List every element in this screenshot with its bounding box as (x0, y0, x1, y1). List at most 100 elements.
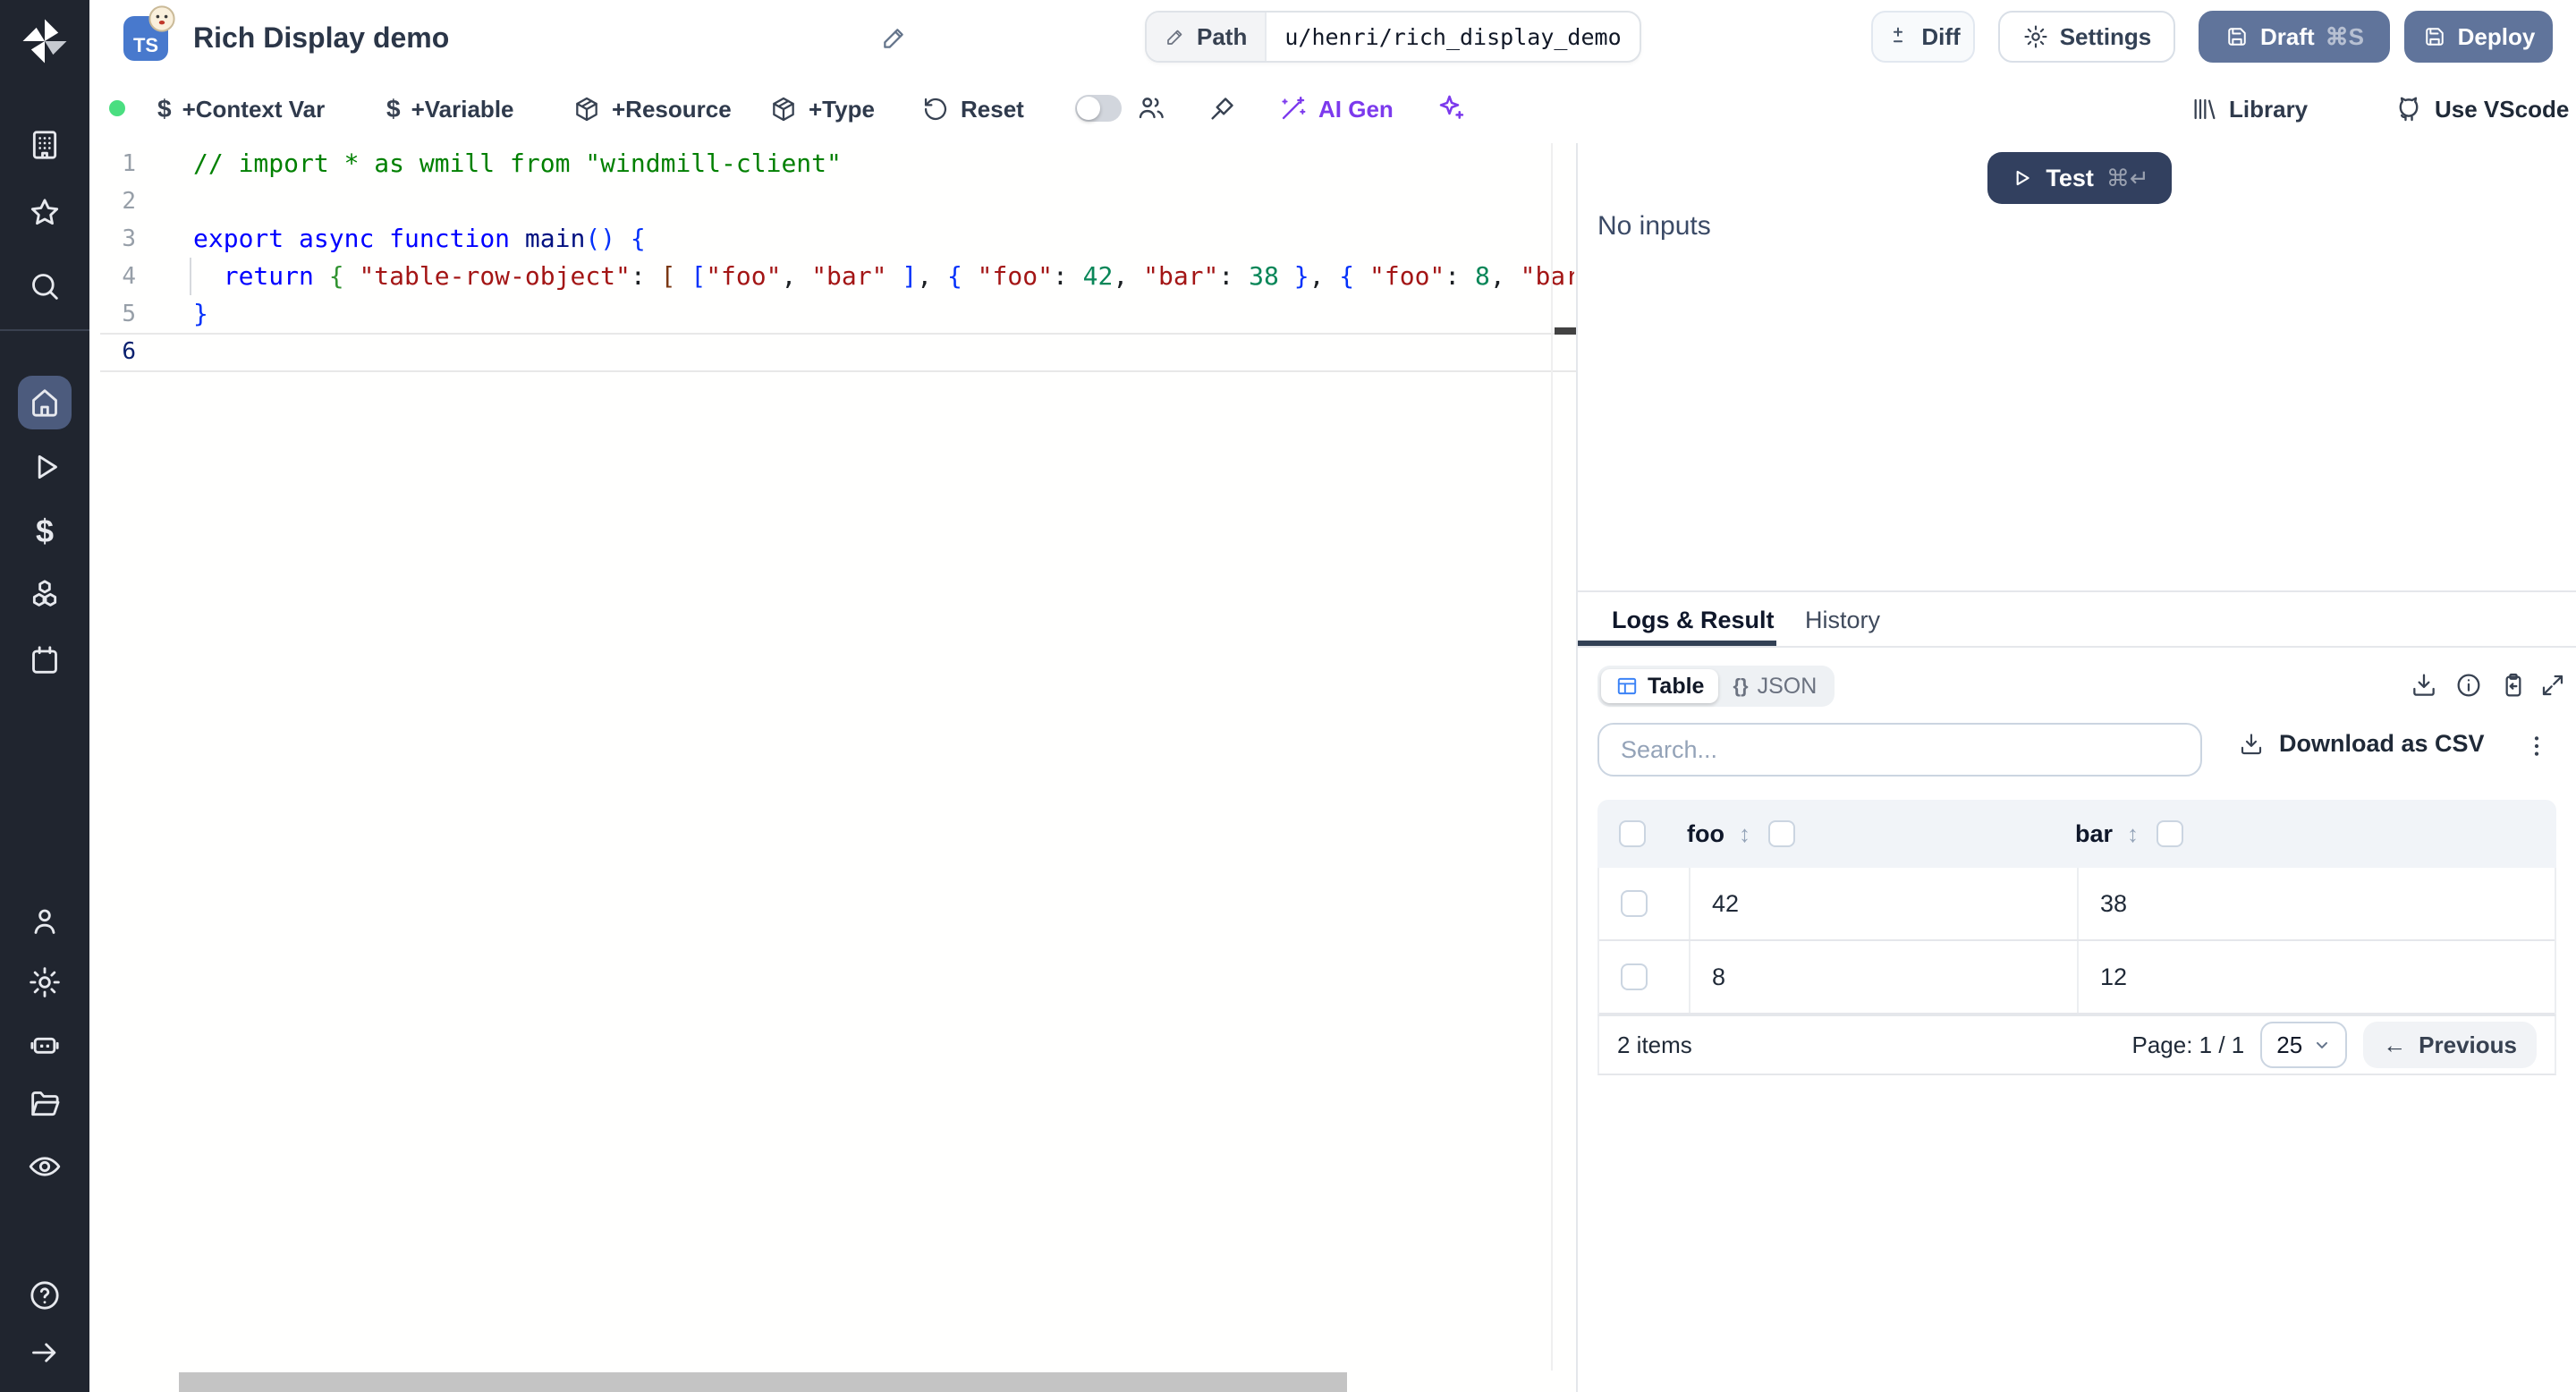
sparkles-icon[interactable] (1435, 91, 1467, 123)
gear-icon[interactable] (27, 964, 63, 1000)
draft-button[interactable]: Draft ⌘S (2199, 11, 2390, 63)
reset-icon (921, 95, 950, 123)
copy-to-clipboard-icon[interactable] (2499, 671, 2528, 700)
sidebar-item-home[interactable] (18, 376, 72, 429)
line-number: 2 (89, 182, 136, 220)
ai-gen-button[interactable]: AI Gen (1277, 93, 1394, 125)
play-icon (2010, 166, 2033, 190)
no-inputs-text: No inputs (1597, 211, 1711, 242)
result-view-toggle: Table {} JSON (1597, 666, 1835, 707)
play-icon[interactable] (27, 449, 63, 485)
brush-icon[interactable] (1208, 93, 1238, 123)
arrow-right-icon[interactable] (27, 1335, 63, 1371)
code-line: } (193, 295, 1574, 333)
panel-divider[interactable] (1576, 143, 1578, 1392)
path-field[interactable]: Path u/henri/rich_display_demo (1145, 11, 1641, 63)
kebab-menu-icon[interactable] (2522, 732, 2551, 760)
draft-shortcut: ⌘S (2326, 23, 2364, 51)
line-number: 5 (89, 295, 136, 333)
code-line (193, 182, 1574, 220)
chevron-down-icon (2313, 1036, 2331, 1054)
tab-history[interactable]: History (1805, 607, 1880, 634)
boxes-icon[interactable] (27, 576, 63, 612)
path-label-segment: Path (1147, 13, 1267, 61)
add-type-button[interactable]: +Type (769, 93, 875, 125)
calendar-icon[interactable] (27, 642, 63, 678)
robot-icon[interactable] (27, 1027, 63, 1063)
status-dot (109, 100, 125, 116)
expand-icon[interactable] (2538, 671, 2567, 700)
line-number: 1 (89, 145, 136, 182)
user-icon[interactable] (27, 904, 63, 939)
previous-page-button[interactable]: ← Previous (2363, 1022, 2537, 1068)
table-footer: 2 items Page: 1 / 1 25 ← Previous (1597, 1014, 2556, 1075)
page-title: Rich Display demo (193, 21, 449, 55)
wand-icon (1277, 94, 1308, 124)
reset-button[interactable]: Reset (921, 93, 1024, 125)
building-icon[interactable] (27, 127, 63, 163)
library-button[interactable]: Library (2190, 93, 2308, 125)
column-checkbox[interactable] (2157, 820, 2183, 847)
download-icon[interactable] (2410, 671, 2438, 700)
tabs-bottom-border (1578, 646, 2576, 648)
code-line: // import * as wmill from "windmill-clie… (193, 145, 1574, 182)
code-line (193, 333, 1574, 370)
braces-icon: {} (1733, 675, 1748, 698)
language-badge: TS (123, 16, 168, 61)
package-icon (572, 95, 601, 123)
eye-icon[interactable] (27, 1149, 63, 1184)
add-context-var-button[interactable]: $ +Context Var (157, 93, 325, 125)
view-json-option[interactable]: {} JSON (1718, 669, 1831, 703)
indent-guide (190, 258, 191, 295)
deploy-button[interactable]: Deploy (2404, 11, 2553, 63)
home-icon (27, 385, 63, 420)
edit-title-pencil-icon[interactable] (880, 23, 909, 52)
settings-button[interactable]: Settings (1998, 11, 2175, 63)
use-vscode-button[interactable]: Use VScode (2394, 93, 2569, 125)
sidebar: $ (0, 0, 89, 1392)
pencil-icon (1165, 26, 1186, 47)
horizontal-scrollbar[interactable] (179, 1372, 1347, 1392)
page-size-select[interactable]: 25 (2260, 1022, 2347, 1068)
table-body: 4238812 (1597, 868, 2556, 1014)
sort-icon[interactable]: ↕ (2127, 820, 2139, 848)
column-header-label: foo (1687, 820, 1724, 848)
info-icon[interactable] (2454, 671, 2483, 700)
dollar-icon[interactable]: $ (27, 514, 63, 549)
users-icon[interactable] (1136, 93, 1166, 123)
column-checkbox[interactable] (1768, 820, 1795, 847)
view-table-option[interactable]: Table (1601, 669, 1718, 703)
search-icon[interactable] (27, 268, 63, 304)
emoji-sticker (148, 5, 175, 32)
items-count: 2 items (1617, 1031, 1692, 1059)
github-icon (2394, 94, 2424, 124)
diff-mode-toggle[interactable] (1075, 95, 1122, 122)
table-cell: 12 (2077, 941, 2555, 1013)
sort-icon[interactable]: ↕ (1739, 820, 1750, 848)
folder-icon[interactable] (27, 1086, 63, 1122)
row-checkbox[interactable] (1621, 890, 1648, 917)
row-checkbox[interactable] (1621, 963, 1648, 990)
add-variable-button[interactable]: $ +Variable (386, 93, 514, 125)
star-icon[interactable] (27, 195, 63, 231)
add-resource-button[interactable]: +Resource (572, 93, 732, 125)
table-icon (1615, 675, 1639, 698)
diff-button[interactable]: Diff (1871, 11, 1975, 63)
windmill-logo[interactable] (20, 16, 70, 66)
test-button[interactable]: Test ⌘↵ (1987, 152, 2172, 204)
result-table: foo↕bar↕ 4238812 2 items Page: 1 / 1 25 … (1597, 800, 2556, 1075)
download-csv-button[interactable]: Download as CSV (2238, 730, 2485, 758)
save-icon (2422, 24, 2447, 49)
row-checkbox[interactable] (1619, 820, 1646, 847)
dollar-icon: $ (386, 95, 401, 123)
page-indicator: Page: 1 / 1 (2131, 1031, 2244, 1059)
tab-logs-result[interactable]: Logs & Result (1612, 607, 1775, 634)
table-row: 4238 (1599, 868, 2555, 941)
library-icon (2190, 95, 2218, 123)
help-icon[interactable] (27, 1277, 63, 1313)
code-content: // import * as wmill from "windmill-clie… (193, 145, 1574, 370)
package-icon (769, 95, 798, 123)
code-editor[interactable]: 123456 // import * as wmill from "windmi… (89, 143, 1576, 1392)
search-input[interactable] (1597, 723, 2202, 777)
gear-icon (2022, 23, 2049, 50)
